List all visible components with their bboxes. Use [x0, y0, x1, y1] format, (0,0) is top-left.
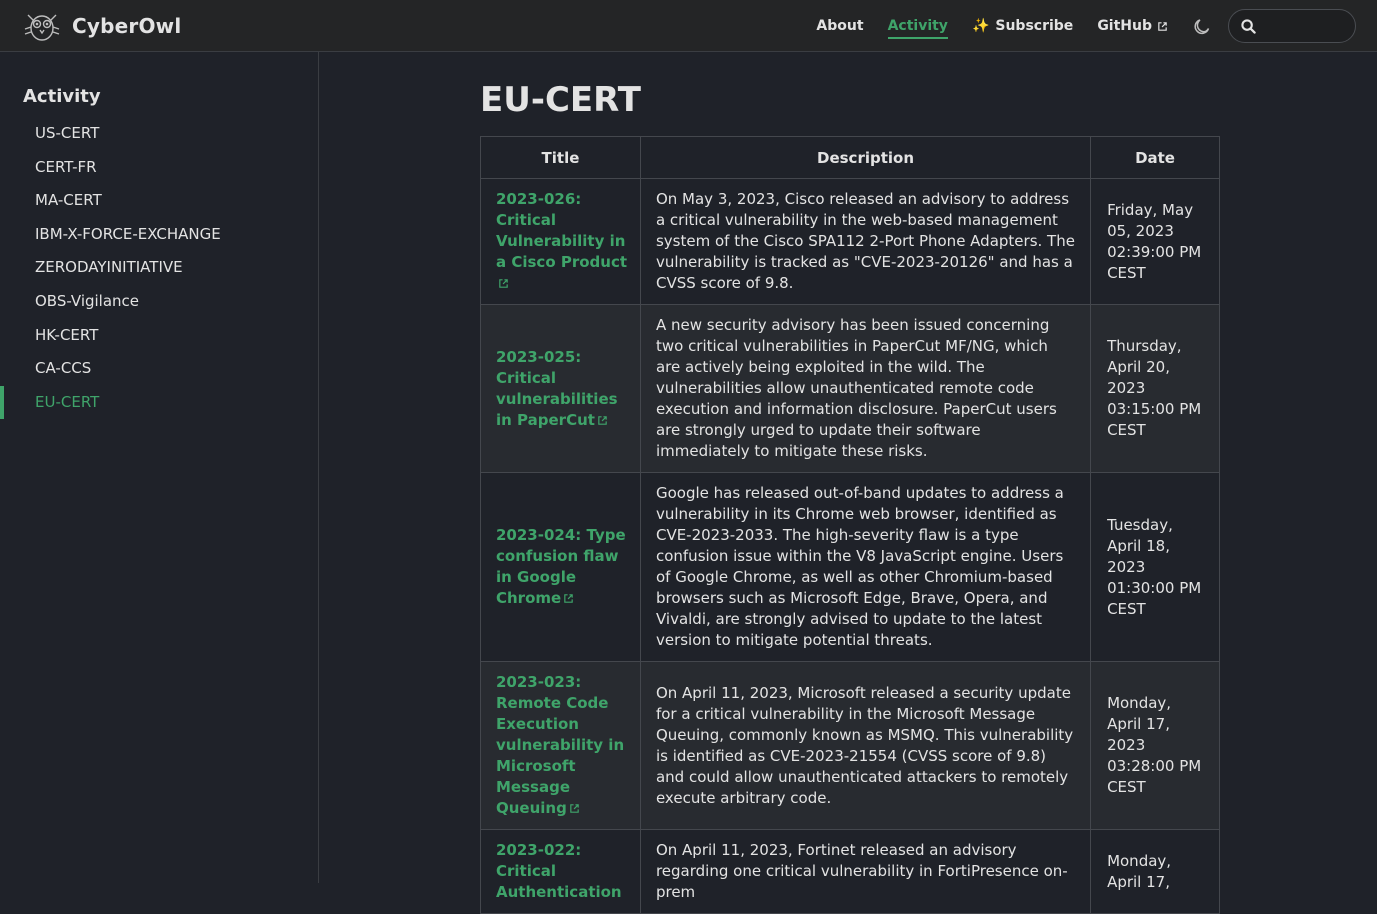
search-box[interactable]: [1228, 9, 1356, 43]
nav-about-link[interactable]: About: [804, 0, 875, 52]
row-title-cell: 2023-026: Critical Vulnerability in a Ci…: [480, 178, 641, 305]
sparkle-icon: ✨: [971, 18, 990, 34]
nav-subscribe-link[interactable]: ✨ Subscribe: [960, 0, 1085, 52]
row-title-cell: 2023-024: Type confusion flaw in Google …: [480, 472, 641, 662]
row-date-cell: Friday, May 05, 2023 02:39:00 PM CEST: [1090, 178, 1220, 305]
external-link-icon: [598, 415, 607, 425]
page-title: EU-CERT: [480, 80, 641, 120]
row-description-cell: A new security advisory has been issued …: [639, 304, 1092, 473]
sidebar-item-eu-cert[interactable]: EU-CERT: [0, 385, 318, 420]
row-description-cell: On April 11, 2023, Microsoft released a …: [639, 661, 1092, 830]
advisories-table: Title Description Date 2023-026: Critica…: [480, 136, 1220, 914]
brand-name: CyberOwl: [72, 13, 182, 38]
row-title-cell: 2023-023: Remote Code Execution vulnerab…: [480, 661, 641, 830]
owl-logo-icon: [24, 14, 60, 41]
table-row: 2023-023: Remote Code Execution vulnerab…: [480, 661, 1220, 830]
advisory-link[interactable]: 2023-025: Critical vulnerabilities in Pa…: [496, 348, 618, 429]
nav-links: About Activity ✨ Subscribe GitHub: [804, 0, 1377, 52]
table-row: 2023-025: Critical vulnerabilities in Pa…: [480, 304, 1220, 473]
row-description-cell: On April 11, 2023, Fortinet released an …: [639, 829, 1092, 914]
table-row: 2023-024: Type confusion flaw in Google …: [480, 472, 1220, 662]
table-row: 2023-026: Critical Vulnerability in a Ci…: [480, 178, 1220, 305]
row-title-cell: 2023-022: Critical Authentication: [480, 829, 641, 914]
table-header-row: Title Description Date: [480, 136, 1220, 179]
navbar: CyberOwl About Activity ✨ Subscribe GitH…: [0, 0, 1377, 52]
row-description-cell: On May 3, 2023, Cisco released an adviso…: [639, 178, 1092, 305]
sidebar-item-obs-vigilance[interactable]: OBS-Vigilance: [0, 285, 318, 319]
advisory-link[interactable]: 2023-026: Critical Vulnerability in a Ci…: [496, 190, 627, 292]
sidebar-item-zerodayinitiative[interactable]: ZERODAYINITIATIVE: [0, 251, 318, 285]
row-description-cell: Google has released out-of-band updates …: [639, 472, 1092, 662]
row-title-cell: 2023-025: Critical vulnerabilities in Pa…: [480, 304, 641, 473]
row-date-cell: Monday, April 17, 2023 03:28:00 PM CEST: [1090, 661, 1220, 830]
sidebar: Activity US-CERT CERT-FR MA-CERT IBM-X-F…: [0, 52, 319, 883]
advisory-link[interactable]: 2023-024: Type confusion flaw in Google …: [496, 526, 626, 607]
row-date-cell: Monday, April 17,: [1090, 829, 1220, 914]
nav-github-link[interactable]: GitHub: [1085, 0, 1180, 52]
sidebar-item-ibm-x-force-exchange[interactable]: IBM-X-FORCE-EXCHANGE: [0, 218, 318, 252]
row-date-cell: Thursday, April 20, 2023 03:15:00 PM CES…: [1090, 304, 1220, 473]
column-header-title: Title: [480, 136, 641, 179]
search-icon: [1241, 18, 1256, 34]
theme-toggle-moon-icon[interactable]: [1190, 14, 1214, 38]
sidebar-item-ca-ccs[interactable]: CA-CCS: [0, 352, 318, 386]
row-date-cell: Tuesday, April 18, 2023 01:30:00 PM CEST: [1090, 472, 1220, 662]
sidebar-item-us-cert[interactable]: US-CERT: [0, 117, 318, 151]
external-link-icon: [499, 279, 508, 288]
sidebar-title: Activity: [23, 86, 101, 107]
brand[interactable]: CyberOwl: [22, 9, 181, 43]
column-header-description: Description: [639, 136, 1092, 179]
sidebar-item-ma-cert[interactable]: MA-CERT: [0, 184, 318, 218]
external-link-icon: [564, 594, 573, 603]
advisory-link[interactable]: 2023-022: Critical Authentication: [496, 841, 622, 901]
main-content: EU-CERT Title Description Date 2023-026:…: [480, 52, 1220, 914]
sidebar-item-cert-fr[interactable]: CERT-FR: [0, 151, 318, 185]
external-link-icon: [570, 804, 579, 813]
column-header-date: Date: [1090, 136, 1220, 179]
external-link-icon: [1158, 21, 1167, 31]
table-row: 2023-022: Critical Authentication On Apr…: [480, 829, 1220, 914]
advisory-link[interactable]: 2023-023: Remote Code Execution vulnerab…: [496, 673, 624, 817]
sidebar-item-hk-cert[interactable]: HK-CERT: [0, 319, 318, 353]
nav-activity-link[interactable]: Activity: [876, 0, 960, 52]
search-input[interactable]: [1262, 18, 1342, 34]
